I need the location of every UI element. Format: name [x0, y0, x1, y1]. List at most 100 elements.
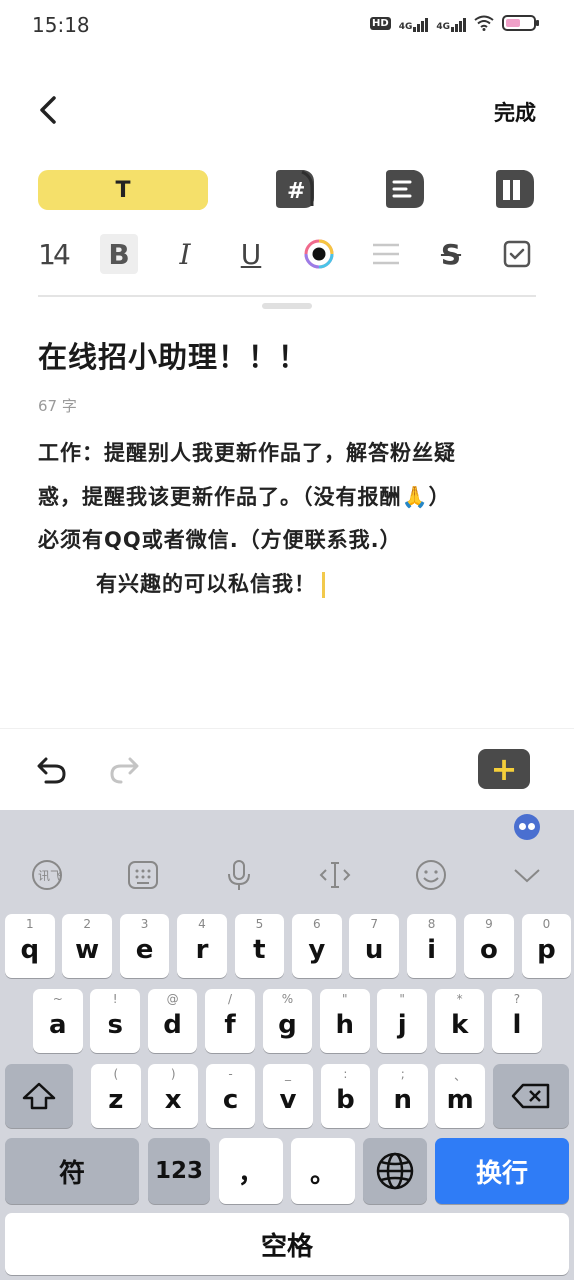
note-title[interactable]: 在线招小助理！！！: [38, 334, 308, 376]
redo-icon: [110, 757, 139, 784]
key-i[interactable]: 8i: [406, 914, 457, 978]
columns-block-icon: [496, 170, 534, 208]
handwriting-button[interactable]: 讯飞: [30, 858, 64, 892]
checkbox-icon: [503, 240, 531, 268]
key-alt-label: ": [399, 992, 405, 1006]
key-d[interactable]: @ d: [147, 989, 198, 1053]
keyboard-switch-button[interactable]: [126, 858, 160, 892]
back-button[interactable]: [34, 92, 64, 128]
period-key[interactable]: 。: [291, 1138, 355, 1204]
add-button[interactable]: +: [478, 749, 530, 789]
key-n[interactable]: ; n: [378, 1064, 428, 1128]
key-alt-label: 5: [255, 917, 264, 931]
checkbox-button[interactable]: [500, 234, 534, 274]
comma-key[interactable]: ，: [219, 1138, 283, 1204]
key-c[interactable]: -c: [205, 1064, 256, 1128]
svg-text:讯飞: 讯飞: [38, 869, 62, 883]
handwriting-icon: 讯飞: [32, 860, 62, 890]
key-label: c: [222, 1085, 239, 1115]
key-alt-label: 7: [370, 917, 378, 931]
hashtag-block-icon: #: [276, 170, 314, 208]
heading-style-button[interactable]: #: [270, 168, 316, 210]
emoji-button[interactable]: [414, 858, 448, 892]
redo-button[interactable]: [108, 753, 140, 785]
chevron-left-icon: [40, 96, 56, 124]
text-color-button[interactable]: [302, 234, 336, 274]
shift-key[interactable]: [5, 1064, 73, 1128]
undo-button[interactable]: [36, 753, 68, 785]
key-w[interactable]: 2w: [62, 914, 112, 978]
key-label: e: [135, 935, 154, 965]
key-e[interactable]: 3e: [119, 914, 170, 978]
key-label: h: [335, 1010, 355, 1040]
drag-handle[interactable]: [262, 303, 312, 309]
key-g[interactable]: % g: [262, 989, 313, 1053]
hide-keyboard-button[interactable]: [510, 858, 544, 892]
cursor-move-button[interactable]: [318, 858, 352, 892]
key-o[interactable]: 9o: [464, 914, 514, 978]
key-t[interactable]: 5t: [234, 914, 285, 978]
key-v[interactable]: _ v: [263, 1064, 313, 1128]
key-f[interactable]: / f: [205, 989, 255, 1053]
enter-key[interactable]: 换行: [435, 1138, 569, 1204]
key-l[interactable]: ? l: [492, 989, 542, 1053]
key-q[interactable]: 1q: [5, 914, 55, 978]
key-u[interactable]: 7u: [349, 914, 399, 978]
language-key[interactable]: [363, 1138, 427, 1204]
list-style-button[interactable]: [380, 168, 426, 210]
key-alt-label: ;: [400, 1067, 405, 1081]
key-label: d: [163, 1010, 182, 1040]
key-h[interactable]: " h: [320, 989, 370, 1053]
key-p[interactable]: 0p: [521, 914, 572, 978]
key-label: w: [75, 935, 100, 965]
key-m[interactable]: 、 m: [435, 1064, 485, 1128]
style-toolbar: T #: [38, 168, 536, 214]
key-b[interactable]: :b: [320, 1064, 371, 1128]
voice-input-button[interactable]: [222, 858, 256, 892]
key-label: y: [308, 935, 326, 965]
key-z[interactable]: (z: [91, 1064, 141, 1128]
key-label: i: [427, 935, 437, 965]
key-label: g: [278, 1010, 297, 1040]
font-size-button[interactable]: 14: [38, 234, 71, 274]
signal-icon: 4G: [436, 14, 466, 32]
keyboard-icon: [128, 861, 158, 889]
key-j[interactable]: " j: [377, 989, 427, 1053]
key-alt-label: _: [284, 1067, 291, 1081]
note-body[interactable]: 工作：提醒别人我更新作品了，解答粉丝疑 惑，提醒我该更新作品了。（没有报酬🙏） …: [38, 432, 538, 606]
done-button[interactable]: 完成: [494, 97, 536, 127]
symbol-key[interactable]: 符: [5, 1138, 139, 1204]
note-line: 有兴趣的可以私信我！: [96, 571, 316, 596]
key-s[interactable]: ! s: [90, 989, 140, 1053]
numbers-key[interactable]: 123: [148, 1138, 210, 1204]
underline-button[interactable]: U: [234, 234, 268, 274]
key-label: k: [450, 1010, 469, 1040]
key-y[interactable]: 6y: [292, 914, 342, 978]
status-bar: 15:18 HD 4G 4G: [0, 0, 574, 52]
key-alt-label: @: [166, 992, 179, 1006]
align-button[interactable]: [368, 234, 404, 274]
keyboard-mascot-icon[interactable]: [514, 814, 540, 840]
italic-button[interactable]: I: [168, 234, 202, 274]
key-k[interactable]: * k: [434, 989, 485, 1053]
strikethrough-button[interactable]: S: [434, 234, 468, 274]
key-alt-label: *: [456, 992, 463, 1006]
columns-style-button[interactable]: [490, 168, 536, 210]
keyboard: 讯飞 1 q 2 w 3 e 4 r 5 t 6 y 7 u 8 i 9 o 0…: [0, 810, 574, 1280]
note-line: 惑，提醒我该更新作品了。（没有报酬🙏）: [38, 484, 451, 509]
key-a[interactable]: ~ a: [33, 989, 83, 1053]
smiley-icon: [416, 860, 446, 890]
shift-icon: [22, 1082, 56, 1110]
bold-button[interactable]: B: [100, 234, 138, 274]
note-line: 必须有QQ或者微信.（方便联系我.）: [38, 528, 402, 552]
key-label: a: [49, 1010, 67, 1040]
backspace-key[interactable]: [493, 1064, 569, 1128]
text-style-button[interactable]: T: [38, 170, 208, 210]
globe-icon: [376, 1152, 414, 1190]
list-block-icon: [386, 170, 424, 208]
key-label: r: [195, 935, 209, 965]
space-key[interactable]: 空格: [5, 1213, 569, 1275]
key-x[interactable]: ) x: [148, 1064, 198, 1128]
key-r[interactable]: 4r: [177, 914, 227, 978]
key-alt-label: 6: [312, 917, 321, 931]
